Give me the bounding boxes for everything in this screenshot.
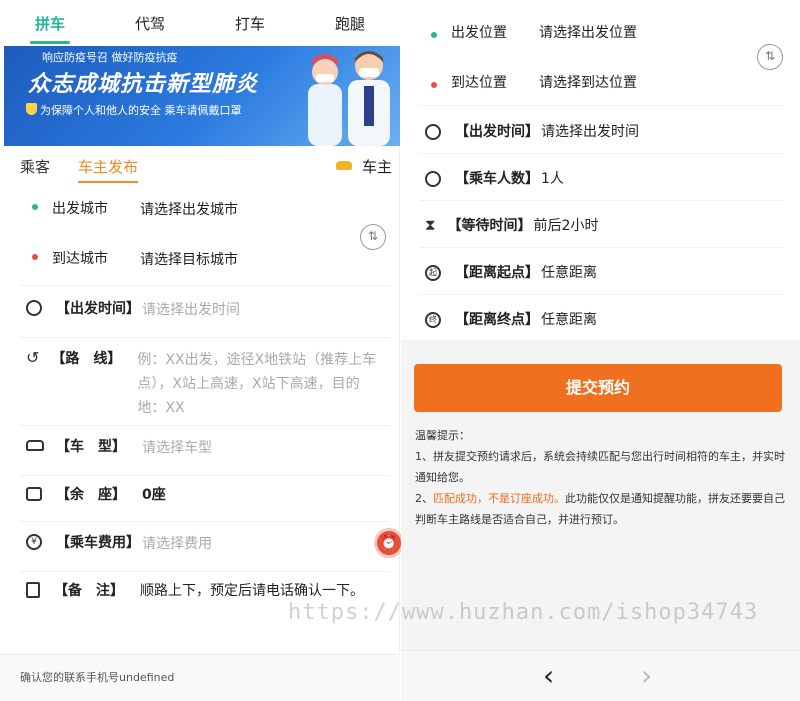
tab-carpool[interactable]: 拼车 [20,1,80,46]
arrive-city-row[interactable]: 到达城市 请选择目标城市 [20,248,390,286]
tab-errand[interactable]: 跑腿 [320,1,380,46]
tab-designated-driver[interactable]: 代驾 [120,1,180,46]
red-dot-icon [431,81,437,88]
depart-city-row[interactable]: 出发城市 请选择出发城市 [20,198,390,238]
subtab-passenger[interactable]: 乘客 [20,156,50,177]
browser-nav-bar: ‹ › [401,650,800,701]
banner-subtitle: 为保障个人和他人的安全 乘车请佩戴口罩 [40,104,242,117]
depart-time-row[interactable]: 【出发时间】 请选择出发时间 [20,298,390,338]
end-distance-row[interactable]: 终 【距离终点】 任意距离 [419,296,784,342]
route-textarea[interactable]: 例：XX出发，途径X地铁站（推荐上车点），X站上高速，X站下高速，目的地：XX [137,348,377,420]
note-icon [26,582,40,598]
person-icon [425,170,441,187]
fee-label: 【乘车费用】 [56,535,140,551]
arrive-city-label: 到达城市 [52,251,108,267]
note-field[interactable]: 顺路上下，预定后请电话确认一下。 [140,580,364,600]
route-label: 【路 线】 [51,351,122,367]
depart-city-label: 出发城市 [52,201,108,217]
submit-reservation-button[interactable]: 提交预约 [414,364,782,412]
fee-row[interactable]: ¥ 【乘车费用】 请选择费用 [20,532,390,572]
alarm-icon[interactable]: ⏰ [374,528,404,558]
arrive-city-field[interactable]: 请选择目标城市 [140,248,238,272]
wait-row[interactable]: ⧗ 【等待时间】 前后2小时 [419,202,784,248]
tab-taxi[interactable]: 打车 [220,1,280,46]
depart-position-label: 出发位置 [451,25,507,41]
fee-field[interactable]: 请选择费用 [142,532,212,556]
right-time-label: 【出发时间】 [455,123,539,140]
start-pin-icon: 起 [425,264,441,281]
depart-time-field[interactable]: 请选择出发时间 [142,298,240,322]
route-row[interactable]: ↺ 【路 线】 例：XX出发，途径X地铁站（推荐上车点），X站上高速，X站下高速… [20,348,390,426]
role-subtabs: 乘客 车主发布 车主 [0,146,400,186]
people-row[interactable]: 【乘车人数】 1人 [419,155,784,201]
tip-2-highlight: 匹配成功，不是订座成功。 [433,492,565,505]
depart-position-row[interactable]: 出发位置 请选择出发位置 [419,8,784,56]
red-dot-icon [32,254,38,260]
seats-row[interactable]: 【余 座】 0座 [20,484,390,522]
shield-icon [26,103,37,115]
end-distance-label: 【距离终点】 [455,312,539,328]
car-type-row[interactable]: 【车 型】 请选择车型 [20,436,390,476]
people-value[interactable]: 1人 [541,168,564,188]
left-panel: 拼车 代驾 打车 跑腿 响应防疫号召 做好防疫抗疫 众志成城抗击新型肺炎 为保障… [0,0,404,701]
doctor-nurse-illustration [308,51,390,146]
phone-confirm-footer: 确认您的联系手机号undefined [0,654,400,701]
right-panel: 出发位置 请选择出发位置 ⇅ 到达位置 请选择到达位置 【出发时间】 请选择出发… [401,0,800,701]
car-type-label: 【车 型】 [56,439,126,455]
wait-value[interactable]: 前后2小时 [534,215,599,235]
start-distance-row[interactable]: 起 【距离起点】 任意距离 [419,249,784,295]
note-label: 【备 注】 [54,583,124,599]
back-arrow-icon[interactable]: ‹ [543,659,554,692]
tip-2: 2、匹配成功，不是订座成功。此功能仅仅是通知提醒功能，拼友还要要自己判断车主路线… [415,488,787,530]
car-type-icon [26,440,44,451]
people-label: 【乘车人数】 [455,170,539,187]
swap-icon[interactable]: ⇅ [360,224,386,250]
car-icon [336,161,352,170]
tip-1: 1、拼友提交预约请求后，系统会持续匹配与您出行时间相符的车主，并实时通知给您。 [415,450,785,484]
tips-section: 温馨提示： 1、拼友提交预约请求后，系统会持续匹配与您出行时间相符的车主，并实时… [415,425,787,530]
start-distance-value[interactable]: 任意距离 [541,262,597,282]
start-distance-label: 【距离起点】 [455,264,539,281]
wait-label: 【等待时间】 [447,217,532,234]
green-dot-icon [32,204,38,210]
arrive-position-field[interactable]: 请选择到达位置 [539,72,637,92]
note-row[interactable]: 【备 注】 顺路上下，预定后请电话确认一下。 [20,580,390,620]
depart-time-label: 【出发时间】 [56,301,140,317]
passenger-form: 出发位置 请选择出发位置 ⇅ 到达位置 请选择到达位置 【出发时间】 请选择出发… [401,0,800,340]
subtab-driver-post[interactable]: 车主发布 [78,156,139,183]
subtab-owner[interactable]: 车主 [362,156,392,177]
clock-icon [425,123,441,140]
end-pin-icon: 终 [425,312,441,328]
seats-value[interactable]: 0座 [142,484,166,504]
car-type-field[interactable]: 请选择车型 [142,436,212,460]
tip-2-prefix: 2、 [415,492,433,505]
forward-arrow-icon[interactable]: › [641,659,652,692]
depart-city-field[interactable]: 请选择出发城市 [140,198,238,222]
depart-position-field[interactable]: 请选择出发位置 [539,22,637,42]
seats-label: 【余 座】 [56,487,126,503]
tips-title: 温馨提示： [415,429,470,442]
right-time-row[interactable]: 【出发时间】 请选择出发时间 [419,108,784,154]
arrive-position-row[interactable]: 到达位置 请选择到达位置 [419,58,784,106]
hourglass-icon: ⧗ [425,215,436,234]
top-tabs: 拼车 代驾 打车 跑腿 [0,0,400,48]
clock-icon [26,300,42,316]
arrive-position-label: 到达位置 [451,74,507,91]
banner-small-text: 响应防疫号召 做好防疫抗疫 [42,51,178,64]
seat-icon [26,487,42,501]
banner-title: 众志成城抗击新型肺炎 [28,72,259,97]
epidemic-banner[interactable]: 响应防疫号召 做好防疫抗疫 众志成城抗击新型肺炎 为保障个人和他人的安全 乘车请… [4,46,400,146]
yuan-icon: ¥ [26,534,42,550]
end-distance-value[interactable]: 任意距离 [541,309,597,329]
route-icon: ↺ [26,348,40,367]
green-dot-icon [431,32,437,38]
right-time-field[interactable]: 请选择出发时间 [541,121,639,141]
